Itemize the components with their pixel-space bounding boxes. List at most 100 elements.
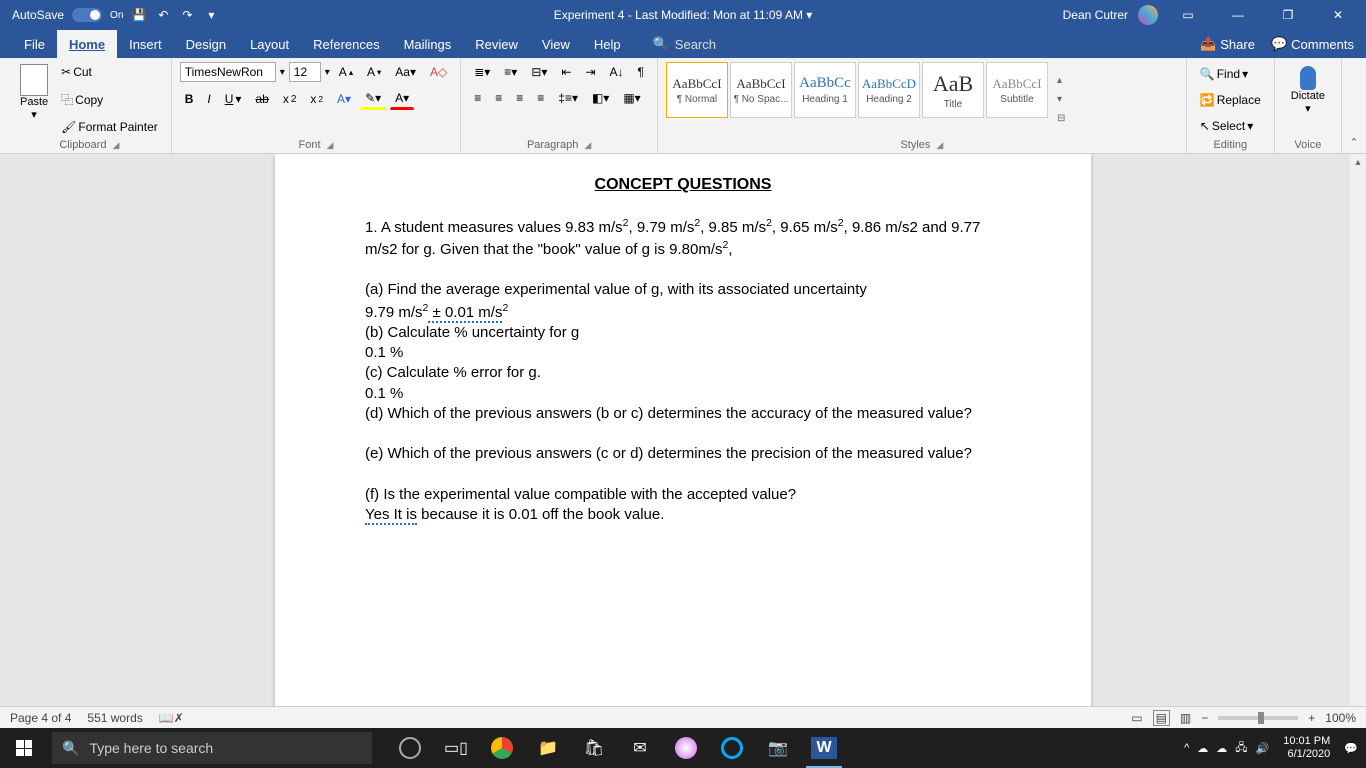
chevron-down-icon[interactable]: ▾ bbox=[280, 67, 285, 78]
zoom-level[interactable]: 100% bbox=[1325, 711, 1356, 725]
zoom-thumb[interactable] bbox=[1258, 712, 1264, 724]
chevron-down-icon[interactable]: ▾ bbox=[325, 67, 330, 78]
taskbar-search[interactable]: 🔍 Type here to search bbox=[52, 732, 372, 764]
scroll-up-icon[interactable]: ▴ bbox=[1350, 154, 1366, 170]
strikethrough-button[interactable]: ab bbox=[250, 89, 273, 109]
print-layout-icon[interactable]: ▤ bbox=[1153, 710, 1170, 726]
superscript-button[interactable]: x2 bbox=[305, 89, 328, 109]
borders-button[interactable]: ▦▾ bbox=[618, 88, 645, 108]
cortana-circle-icon[interactable] bbox=[710, 728, 754, 768]
read-mode-icon[interactable]: ▭ bbox=[1131, 711, 1142, 725]
word-icon[interactable]: W bbox=[802, 728, 846, 768]
style-scroll-up-icon[interactable]: ▴ bbox=[1052, 72, 1070, 89]
word-count[interactable]: 551 words bbox=[87, 711, 142, 725]
align-left-button[interactable]: ≡ bbox=[469, 88, 486, 108]
copy-button[interactable]: ⿻Copy bbox=[56, 88, 163, 111]
ribbon-display-options-icon[interactable]: ▭ bbox=[1168, 0, 1208, 30]
tab-mailings[interactable]: Mailings bbox=[392, 30, 464, 58]
style-subtitle[interactable]: AaBbCcISubtitle bbox=[986, 62, 1048, 118]
grammar-flag[interactable]: ± 0.01 m/s bbox=[428, 304, 502, 323]
bold-button[interactable]: B bbox=[180, 89, 199, 109]
tab-insert[interactable]: Insert bbox=[117, 30, 174, 58]
replace-button[interactable]: 🔁Replace bbox=[1195, 90, 1266, 110]
style-no-spacing[interactable]: AaBbCcI¶ No Spac... bbox=[730, 62, 792, 118]
style-heading-1[interactable]: AaBbCcHeading 1 bbox=[794, 62, 856, 118]
itunes-icon[interactable] bbox=[664, 728, 708, 768]
multilevel-list-button[interactable]: ⊟▾ bbox=[526, 62, 552, 82]
tell-me-search[interactable]: 🔍 Search bbox=[653, 36, 716, 52]
tab-home[interactable]: Home bbox=[57, 30, 117, 58]
volume-icon[interactable]: 🔊 bbox=[1256, 742, 1270, 755]
page-indicator[interactable]: Page 4 of 4 bbox=[10, 711, 71, 725]
align-center-button[interactable]: ≡ bbox=[490, 88, 507, 108]
zoom-out-button[interactable]: − bbox=[1201, 711, 1208, 725]
mail-icon[interactable]: ✉ bbox=[618, 728, 662, 768]
file-explorer-icon[interactable]: 📁 bbox=[526, 728, 570, 768]
tab-references[interactable]: References bbox=[301, 30, 391, 58]
zoom-in-button[interactable]: + bbox=[1308, 711, 1315, 725]
font-size-input[interactable] bbox=[289, 62, 321, 82]
task-view-icon[interactable]: ▭▯ bbox=[434, 728, 478, 768]
redo-icon[interactable]: ↷ bbox=[179, 7, 195, 23]
clear-formatting-button[interactable]: A◇ bbox=[425, 62, 452, 82]
maximize-button[interactable]: ❐ bbox=[1268, 0, 1308, 30]
document-area[interactable]: CONCEPT QUESTIONS 1. A student measures … bbox=[0, 154, 1366, 718]
change-case-button[interactable]: Aa▾ bbox=[390, 62, 421, 82]
styles-launcher-icon[interactable]: ◢ bbox=[936, 140, 943, 151]
align-right-button[interactable]: ≡ bbox=[511, 88, 528, 108]
document-title[interactable]: Experiment 4 - Last Modified: Mon at 11:… bbox=[554, 8, 813, 22]
numbering-button[interactable]: ≡▾ bbox=[499, 62, 522, 82]
avatar[interactable] bbox=[1138, 5, 1158, 25]
user-name[interactable]: Dean Cutrer bbox=[1063, 8, 1128, 22]
tab-help[interactable]: Help bbox=[582, 30, 633, 58]
zoom-slider[interactable] bbox=[1218, 716, 1298, 720]
italic-button[interactable]: I bbox=[202, 89, 215, 109]
onedrive-icon[interactable]: ☁ bbox=[1197, 742, 1208, 755]
chrome-icon[interactable] bbox=[480, 728, 524, 768]
justify-button[interactable]: ≡ bbox=[532, 88, 549, 108]
action-center-icon[interactable]: 💬 bbox=[1344, 742, 1358, 755]
minimize-button[interactable]: — bbox=[1218, 0, 1258, 30]
network-icon[interactable]: 🖧 bbox=[1235, 739, 1247, 758]
style-scroll-down-icon[interactable]: ▾ bbox=[1052, 91, 1070, 108]
onedrive-icon-2[interactable]: ☁ bbox=[1216, 742, 1227, 755]
style-heading-2[interactable]: AaBbCcDHeading 2 bbox=[858, 62, 920, 118]
text-effects-button[interactable]: A▾ bbox=[332, 89, 356, 109]
clock[interactable]: 10:01 PM 6/1/2020 bbox=[1277, 735, 1336, 761]
style-normal[interactable]: AaBbCcI¶ Normal bbox=[666, 62, 728, 118]
paragraph-launcher-icon[interactable]: ◢ bbox=[584, 140, 591, 151]
share-button[interactable]: 📤 Share bbox=[1200, 36, 1255, 52]
tab-layout[interactable]: Layout bbox=[238, 30, 301, 58]
microsoft-store-icon[interactable]: 🛍 bbox=[572, 728, 616, 768]
shrink-font-button[interactable]: A▾ bbox=[362, 62, 386, 82]
decrease-indent-button[interactable]: ⇤ bbox=[556, 62, 576, 82]
bullets-button[interactable]: ≣▾ bbox=[469, 62, 495, 82]
subscript-button[interactable]: x2 bbox=[278, 89, 302, 109]
cortana-icon[interactable] bbox=[388, 728, 432, 768]
grammar-flag[interactable]: Yes It is bbox=[365, 506, 417, 525]
collapse-ribbon-icon[interactable]: ⌃ bbox=[1349, 136, 1358, 149]
document-page[interactable]: CONCEPT QUESTIONS 1. A student measures … bbox=[275, 154, 1091, 714]
tray-expand-icon[interactable]: ^ bbox=[1184, 742, 1189, 754]
style-more-icon[interactable]: ⊟ bbox=[1052, 110, 1070, 127]
qat-customize-icon[interactable]: ▾ bbox=[203, 7, 219, 23]
tab-design[interactable]: Design bbox=[174, 30, 238, 58]
paste-button[interactable]: Paste ▾ bbox=[16, 62, 52, 137]
increase-indent-button[interactable]: ⇥ bbox=[580, 62, 600, 82]
dictate-button[interactable]: Dictate ▾ bbox=[1283, 62, 1333, 137]
spellcheck-icon[interactable]: 📖✗ bbox=[159, 711, 184, 725]
tab-review[interactable]: Review bbox=[463, 30, 530, 58]
sort-button[interactable]: A↓ bbox=[605, 62, 629, 82]
comments-button[interactable]: 💬 Comments bbox=[1271, 36, 1354, 52]
tab-file[interactable]: File bbox=[12, 30, 57, 58]
cut-button[interactable]: ✂Cut bbox=[56, 62, 163, 82]
vertical-scrollbar[interactable]: ▴ ▾ bbox=[1350, 154, 1366, 718]
tab-view[interactable]: View bbox=[530, 30, 582, 58]
start-button[interactable] bbox=[0, 728, 48, 768]
clipboard-launcher-icon[interactable]: ◢ bbox=[112, 140, 119, 151]
snip-icon[interactable]: 📷 bbox=[756, 728, 800, 768]
grow-font-button[interactable]: A▴ bbox=[334, 62, 358, 82]
save-icon[interactable]: 💾 bbox=[131, 7, 147, 23]
find-button[interactable]: 🔍Find ▾ bbox=[1195, 64, 1266, 84]
autosave-toggle[interactable] bbox=[72, 8, 102, 22]
